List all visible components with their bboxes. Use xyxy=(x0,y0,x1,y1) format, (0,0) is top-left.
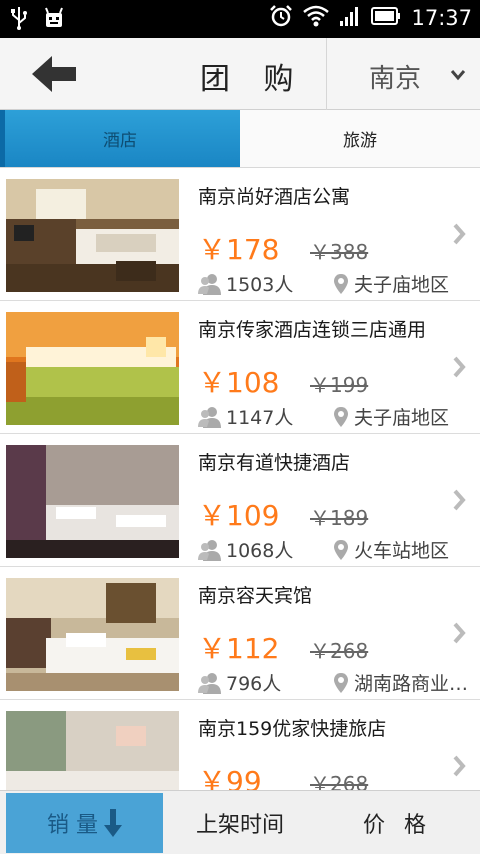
location-pin-icon xyxy=(334,406,348,427)
deal-price: ￥112 xyxy=(198,632,280,665)
chevron-right-icon xyxy=(452,488,466,516)
signal-icon xyxy=(339,5,361,31)
location-pin-icon xyxy=(334,672,348,693)
back-arrow-icon xyxy=(32,56,76,92)
location-pin-icon xyxy=(334,539,348,560)
deal-price: ￥108 xyxy=(198,366,280,399)
sales-count-text: 1147人 xyxy=(226,407,294,429)
chevron-right-icon xyxy=(452,621,466,649)
people-icon xyxy=(198,539,221,561)
city-selector[interactable]: 南京 xyxy=(327,38,480,110)
original-price: ￥189 xyxy=(310,506,369,530)
sales-count: 1068人 xyxy=(198,536,293,563)
sort-by-sales-button[interactable]: 销 量 xyxy=(6,793,163,853)
list-item[interactable]: 南京159优家快捷旅店 ￥99 ￥268 xyxy=(0,700,480,790)
area-text: 夫子庙地区 xyxy=(354,407,450,429)
sales-count-text: 796人 xyxy=(226,673,282,695)
deal-price: ￥178 xyxy=(198,233,280,266)
hotel-photo xyxy=(6,179,179,292)
sort-bar: 销 量 上架时间 价 格 xyxy=(0,790,480,854)
deal-title: 南京有道快捷酒店 xyxy=(198,452,351,474)
area-text: 火车站地区 xyxy=(354,540,450,562)
list-item[interactable]: 南京容天宾馆 ￥112 ￥268 796人 湖南路商业… xyxy=(0,567,480,700)
area-text: 湖南路商业… xyxy=(354,673,469,695)
list-item[interactable]: 南京传家酒店连锁三店通用 ￥108 ￥199 1147人 夫子庙地区 xyxy=(0,301,480,434)
hotel-photo xyxy=(6,578,179,691)
sort-sales-label: 销 量 xyxy=(47,813,98,838)
deal-area: 湖南路商业… xyxy=(334,669,474,696)
people-icon xyxy=(198,406,221,428)
original-price: ￥388 xyxy=(310,240,369,264)
sales-count: 1147人 xyxy=(198,403,293,430)
deal-area: 夫子庙地区 xyxy=(334,403,474,430)
sales-count-text: 1503人 xyxy=(226,274,294,296)
sort-by-price-button[interactable]: 价 格 xyxy=(320,791,475,854)
deal-title: 南京159优家快捷旅店 xyxy=(198,718,387,740)
people-icon xyxy=(198,672,221,694)
deal-list[interactable]: 南京尚好酒店公寓 ￥178 ￥388 1503人 夫子庙地区 南京传家酒店连锁三… xyxy=(0,168,480,790)
chevron-right-icon xyxy=(452,754,466,782)
clock: 17:37 xyxy=(411,6,472,30)
list-item[interactable]: 南京有道快捷酒店 ￥109 ￥189 1068人 火车站地区 xyxy=(0,434,480,567)
tab-hotel[interactable]: 酒店 xyxy=(0,110,240,167)
hotel-photo xyxy=(6,312,179,425)
deal-title: 南京尚好酒店公寓 xyxy=(198,186,351,208)
deal-price: ￥99 xyxy=(198,765,262,790)
tab-travel[interactable]: 旅游 xyxy=(240,110,480,167)
people-icon xyxy=(198,273,221,295)
deal-price: ￥109 xyxy=(198,499,280,532)
chevron-right-icon xyxy=(452,222,466,250)
location-pin-icon xyxy=(334,273,348,294)
category-tabs: 酒店 旅游 xyxy=(0,110,480,168)
chevron-down-icon xyxy=(450,66,466,85)
hotel-photo xyxy=(6,711,179,790)
alarm-icon xyxy=(269,4,293,32)
usb-icon xyxy=(10,6,28,34)
area-text: 夫子庙地区 xyxy=(354,274,450,296)
original-price: ￥268 xyxy=(310,772,369,790)
page-title: 团 购 xyxy=(200,62,306,97)
status-bar: 17:37 xyxy=(0,0,480,38)
wifi-icon xyxy=(303,5,330,31)
sales-count: 796人 xyxy=(198,669,281,696)
city-label: 南京 xyxy=(369,64,422,94)
list-item[interactable]: 南京尚好酒店公寓 ￥178 ￥388 1503人 夫子庙地区 xyxy=(0,168,480,301)
android-debug-icon xyxy=(42,6,66,34)
original-price: ￥268 xyxy=(310,639,369,663)
sales-count: 1503人 xyxy=(198,270,293,297)
deal-area: 夫子庙地区 xyxy=(334,270,474,297)
deal-title: 南京传家酒店连锁三店通用 xyxy=(198,319,427,341)
header-bar: 团 购 南京 xyxy=(0,38,480,110)
arrow-down-icon xyxy=(104,809,122,837)
deal-area: 火车站地区 xyxy=(334,536,474,563)
battery-icon xyxy=(371,7,401,29)
deal-title: 南京容天宾馆 xyxy=(198,585,313,607)
original-price: ￥199 xyxy=(310,373,369,397)
sort-by-time-button[interactable]: 上架时间 xyxy=(165,791,315,854)
chevron-right-icon xyxy=(452,355,466,383)
hotel-photo xyxy=(6,445,179,558)
back-button[interactable] xyxy=(30,54,86,94)
sales-count-text: 1068人 xyxy=(226,540,294,562)
